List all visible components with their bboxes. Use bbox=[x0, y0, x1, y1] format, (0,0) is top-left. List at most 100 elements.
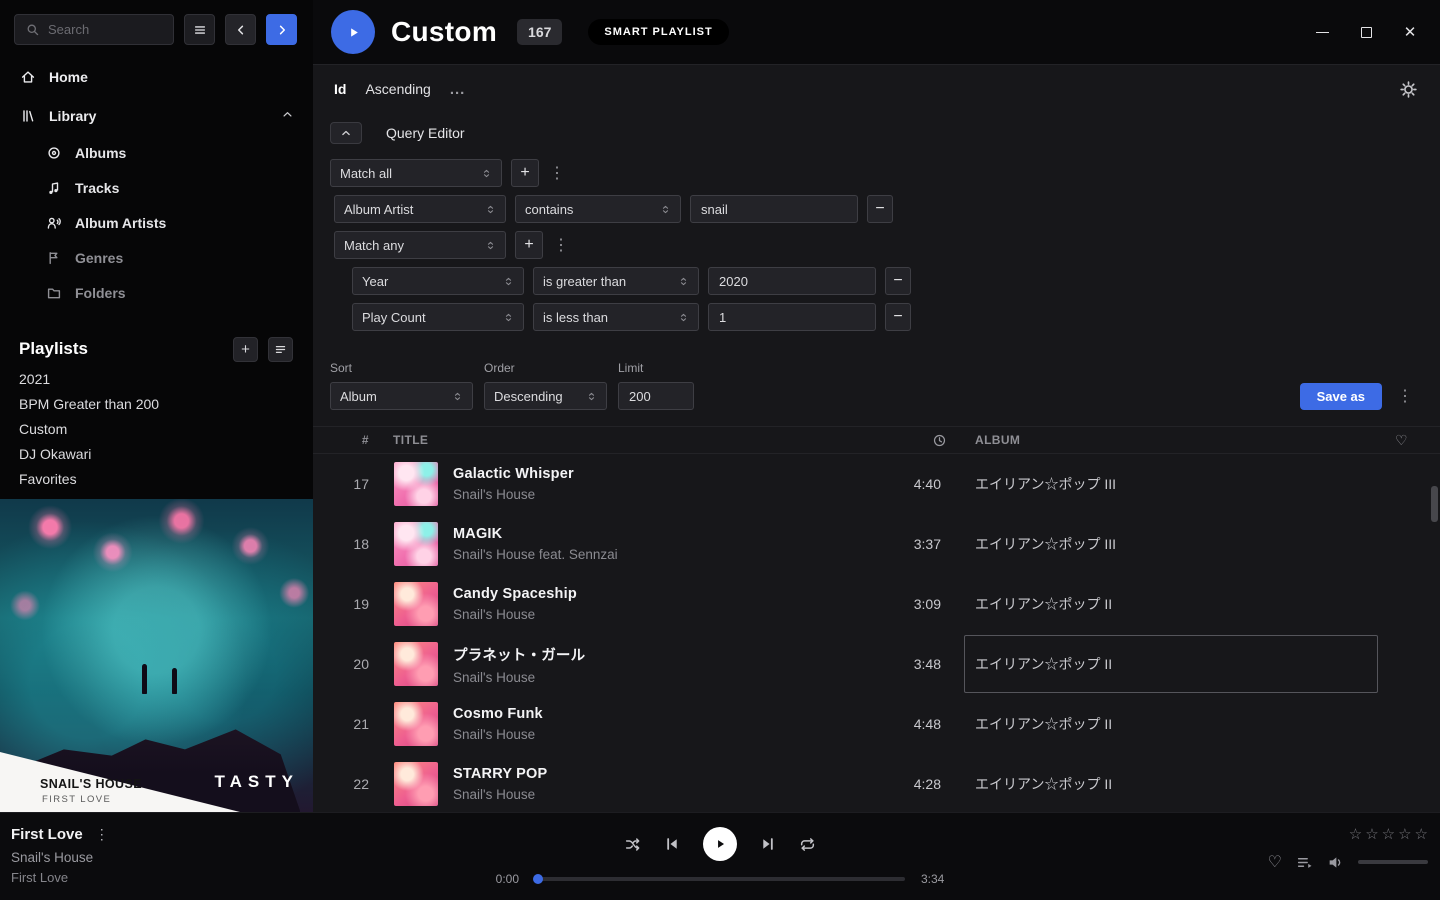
save-options-button[interactable]: ⋮ bbox=[1396, 386, 1414, 406]
table-row[interactable]: 21 Cosmo Funk Snail's House 4:48 エイリアン☆ポ… bbox=[313, 694, 1440, 754]
sort-field-button[interactable]: Id bbox=[334, 81, 346, 97]
track-artist[interactable]: Snail's House bbox=[453, 607, 885, 622]
minimize-button[interactable] bbox=[1300, 10, 1344, 54]
now-playing-artist[interactable]: Snail's House bbox=[11, 850, 320, 865]
add-playlist-button[interactable]: + bbox=[233, 337, 258, 362]
rule-value-input[interactable] bbox=[708, 303, 876, 331]
search-box[interactable] bbox=[14, 14, 174, 45]
playlist-item[interactable]: Favorites bbox=[0, 466, 313, 491]
maximize-button[interactable] bbox=[1344, 10, 1388, 54]
track-album[interactable]: エイリアン☆ポップ II bbox=[964, 695, 1378, 753]
track-album[interactable]: エイリアン☆ポップ III bbox=[964, 455, 1378, 513]
sidebar-section-library[interactable]: Library bbox=[0, 96, 313, 135]
remove-rule-button[interactable]: − bbox=[885, 267, 911, 295]
play-playlist-button[interactable] bbox=[331, 10, 375, 54]
table-row[interactable]: 19 Candy Spaceship Snail's House 3:09 エイ… bbox=[313, 574, 1440, 634]
track-album[interactable]: エイリアン☆ポップ II bbox=[964, 635, 1378, 693]
add-rule-button[interactable]: + bbox=[511, 159, 539, 187]
star-icon[interactable]: ☆ bbox=[1415, 825, 1428, 843]
playlist-item[interactable]: DJ Okawari bbox=[0, 441, 313, 466]
sidebar-item-folders[interactable]: Folders bbox=[0, 275, 313, 310]
remove-rule-button[interactable]: − bbox=[867, 195, 893, 223]
shuffle-button[interactable] bbox=[624, 836, 641, 853]
table-row[interactable]: 22 STARRY POP Snail's House 4:28 エイリアン☆ポ… bbox=[313, 754, 1440, 812]
rule-value-input[interactable] bbox=[690, 195, 858, 223]
track-artist[interactable]: Snail's House feat. Sennzai bbox=[453, 547, 885, 562]
sidebar-item-genres[interactable]: Genres bbox=[0, 240, 313, 275]
search-input[interactable] bbox=[48, 22, 164, 37]
scrollbar-thumb[interactable] bbox=[1431, 486, 1438, 522]
rule-field-select[interactable]: Album Artist bbox=[334, 195, 506, 223]
duration-column-clock-icon[interactable] bbox=[885, 433, 975, 448]
sort-direction-button[interactable]: Ascending bbox=[365, 81, 430, 97]
track-artist[interactable]: Snail's House bbox=[453, 727, 885, 742]
sidebar-item-tracks[interactable]: Tracks bbox=[0, 170, 313, 205]
save-as-button[interactable]: Save as bbox=[1300, 383, 1382, 410]
repeat-button[interactable] bbox=[799, 836, 816, 853]
now-playing-album-art[interactable]: SNAIL'S HOUSE FIRST LOVE TASTY bbox=[0, 499, 313, 812]
match-mode-select[interactable]: Match all bbox=[330, 159, 502, 187]
rule-value-input[interactable] bbox=[708, 267, 876, 295]
rule-field-select[interactable]: Play Count bbox=[352, 303, 524, 331]
column-title[interactable]: TITLE bbox=[373, 433, 885, 447]
rule-operator-select[interactable]: contains bbox=[515, 195, 681, 223]
volume-icon[interactable] bbox=[1327, 854, 1344, 871]
rule-field-select[interactable]: Year bbox=[352, 267, 524, 295]
add-rule-button[interactable]: + bbox=[515, 231, 543, 259]
menu-button[interactable] bbox=[184, 14, 215, 45]
seek-bar[interactable] bbox=[535, 877, 905, 881]
now-playing-album[interactable]: First Love bbox=[11, 870, 320, 885]
track-title[interactable]: STARRY POP bbox=[453, 766, 885, 782]
track-album[interactable]: エイリアン☆ポップ II bbox=[964, 575, 1378, 633]
volume-slider[interactable] bbox=[1358, 860, 1428, 864]
rating-stars[interactable]: ☆ ☆ ☆ ☆ ☆ bbox=[1349, 825, 1428, 843]
star-icon[interactable]: ☆ bbox=[1349, 825, 1362, 843]
playlist-item[interactable]: BPM Greater than 200 bbox=[0, 391, 313, 416]
column-number[interactable]: # bbox=[313, 433, 373, 447]
star-icon[interactable]: ☆ bbox=[1382, 825, 1395, 843]
track-artist[interactable]: Snail's House bbox=[453, 487, 885, 502]
table-row[interactable]: 17 Galactic Whisper Snail's House 4:40 エ… bbox=[313, 454, 1440, 514]
forward-button[interactable] bbox=[266, 14, 297, 45]
group-options-button[interactable]: ⋮ bbox=[552, 235, 570, 255]
star-icon[interactable]: ☆ bbox=[1365, 825, 1378, 843]
queue-button[interactable] bbox=[1296, 854, 1313, 871]
playlist-item[interactable]: 2021 bbox=[0, 366, 313, 391]
remove-rule-button[interactable]: − bbox=[885, 303, 911, 331]
next-track-button[interactable] bbox=[759, 835, 777, 853]
star-icon[interactable]: ☆ bbox=[1398, 825, 1411, 843]
sidebar-item-albums[interactable]: Albums bbox=[0, 135, 313, 170]
track-artist[interactable]: Snail's House bbox=[453, 670, 885, 685]
rule-operator-select[interactable]: is less than bbox=[533, 303, 699, 331]
query-order-select[interactable]: Descending bbox=[484, 382, 607, 410]
close-button[interactable]: ✕ bbox=[1388, 10, 1432, 54]
track-title[interactable]: Cosmo Funk bbox=[453, 706, 885, 722]
chevron-up-icon[interactable] bbox=[281, 108, 294, 124]
favorite-column-heart-icon[interactable]: ♡ bbox=[1395, 432, 1408, 449]
manage-playlists-button[interactable] bbox=[268, 337, 293, 362]
sidebar-item-home[interactable]: Home bbox=[0, 57, 313, 96]
track-album[interactable]: エイリアン☆ポップ II bbox=[964, 755, 1378, 812]
more-options-button[interactable]: ... bbox=[450, 81, 466, 98]
previous-track-button[interactable] bbox=[663, 835, 681, 853]
track-title[interactable]: MAGIK bbox=[453, 526, 885, 542]
table-row[interactable]: 20 プラネット・ガール Snail's House 3:48 エイリアン☆ポッ… bbox=[313, 634, 1440, 694]
track-album[interactable]: エイリアン☆ポップ III bbox=[964, 515, 1378, 573]
column-album[interactable]: ALBUM bbox=[975, 433, 1440, 447]
sidebar-item-album-artists[interactable]: Album Artists bbox=[0, 205, 313, 240]
favorite-heart-button[interactable]: ♡ bbox=[1268, 852, 1282, 872]
settings-gear-icon[interactable] bbox=[1399, 80, 1418, 99]
track-title[interactable]: Candy Spaceship bbox=[453, 586, 885, 602]
track-title[interactable]: Galactic Whisper bbox=[453, 466, 885, 482]
playlist-item[interactable]: Custom bbox=[0, 416, 313, 441]
query-sort-select[interactable]: Album bbox=[330, 382, 473, 410]
rule-operator-select[interactable]: is greater than bbox=[533, 267, 699, 295]
limit-input[interactable] bbox=[618, 382, 694, 410]
track-title[interactable]: プラネット・ガール bbox=[453, 644, 885, 665]
now-playing-options-button[interactable]: ⋮ bbox=[95, 826, 109, 843]
seek-handle[interactable] bbox=[533, 874, 543, 884]
match-mode-select[interactable]: Match any bbox=[334, 231, 506, 259]
play-pause-button[interactable] bbox=[703, 827, 737, 861]
table-row[interactable]: 18 MAGIK Snail's House feat. Sennzai 3:3… bbox=[313, 514, 1440, 574]
group-options-button[interactable]: ⋮ bbox=[548, 163, 566, 183]
